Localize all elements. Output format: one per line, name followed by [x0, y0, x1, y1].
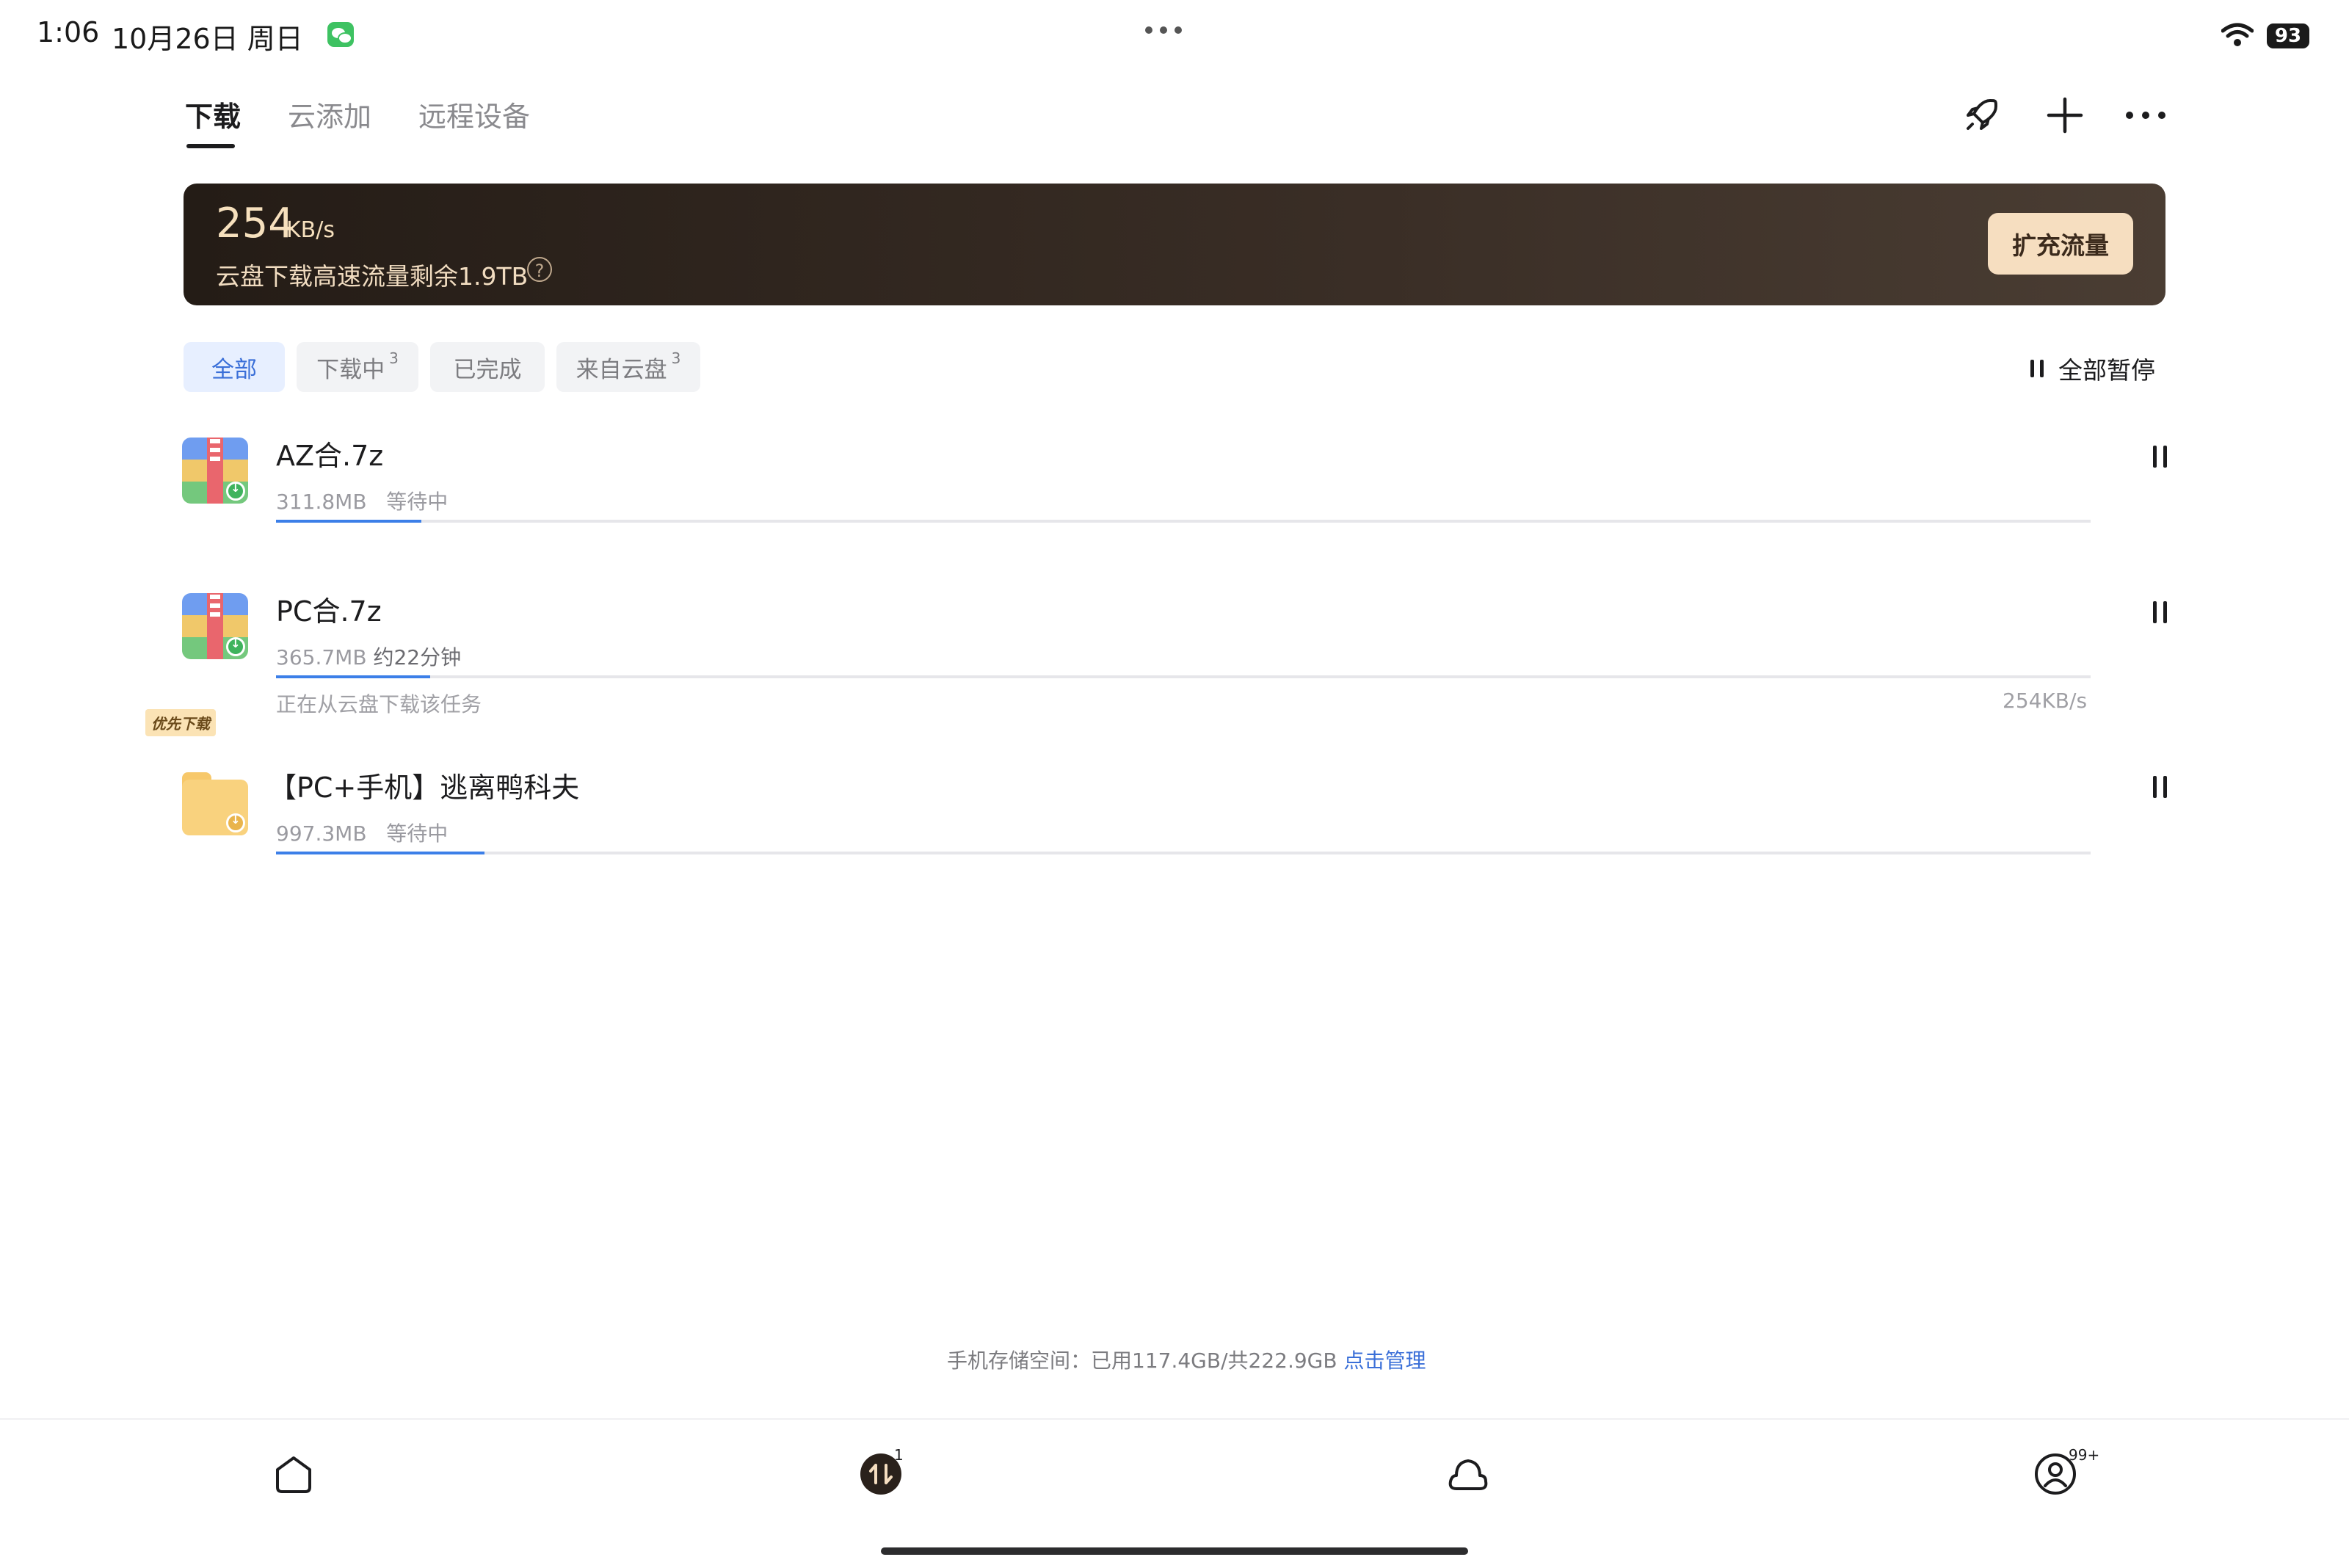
rocket-button[interactable] — [1956, 90, 2007, 141]
home-icon — [276, 1456, 311, 1493]
add-task-button[interactable] — [2039, 90, 2091, 141]
download-speed: 254KB/s — [2003, 689, 2088, 713]
current-speed-value: 254 — [216, 200, 294, 247]
filter-from-cloud-count: 3 — [671, 349, 681, 367]
download-status: 等待中 — [386, 490, 449, 514]
filter-all[interactable]: 全部 — [184, 342, 285, 392]
profile-badge: 99+ — [2069, 1446, 2100, 1464]
add-icon — [2047, 97, 2083, 134]
more-icon — [2126, 112, 2165, 119]
tab-download[interactable]: 下载 — [185, 94, 241, 134]
download-progress-fill — [276, 675, 431, 678]
download-status: 等待中 — [386, 821, 449, 846]
storage-text: 手机存储空间：已用117.4GB/共222.9GB — [947, 1349, 1337, 1373]
filter-downloading-count: 3 — [389, 349, 399, 367]
multitask-dots-icon[interactable] — [1145, 26, 1182, 34]
home-indicator[interactable] — [881, 1547, 1468, 1555]
archive-file-icon — [182, 438, 248, 504]
pause-icon — [2030, 360, 2044, 377]
wechat-notification-icon — [327, 22, 354, 47]
download-meta: 311.8MB 等待中 — [276, 486, 448, 515]
more-options-button[interactable] — [2120, 90, 2171, 141]
bottom-divider — [0, 1418, 2349, 1420]
nav-cloud[interactable] — [1445, 1451, 1492, 1498]
wifi-icon — [2221, 23, 2254, 46]
pause-all-label: 全部暂停 — [2058, 356, 2155, 385]
tab-cloud-add[interactable]: 云添加 — [288, 94, 371, 134]
battery-indicator: 93 — [2267, 23, 2309, 48]
current-speed-unit: KB/s — [286, 217, 335, 243]
nav-home[interactable] — [270, 1451, 317, 1498]
filter-downloading-label: 下载中 — [316, 356, 385, 383]
download-progress-track — [276, 520, 2091, 523]
download-meta: 997.3MB 等待中 — [276, 818, 448, 847]
archive-file-icon — [182, 593, 248, 659]
storage-info: 手机存储空间：已用117.4GB/共222.9GB 点击管理 — [947, 1345, 1426, 1374]
expand-quota-button[interactable]: 扩充流量 — [1988, 213, 2133, 275]
transfer-badge: 1 — [894, 1446, 904, 1464]
download-progress-fill — [276, 520, 421, 523]
download-meta: 365.7MB 约22分钟 — [276, 642, 461, 671]
cloud-download-note: 正在从云盘下载该任务 — [276, 692, 482, 716]
item-pause-button[interactable] — [2145, 772, 2174, 802]
filter-completed[interactable]: 已完成 — [430, 342, 545, 392]
download-progress-track — [276, 852, 2091, 854]
pause-all-button[interactable]: 全部暂停 — [2030, 351, 2155, 386]
download-size: 365.7MB — [276, 645, 367, 669]
filter-completed-label: 已完成 — [453, 356, 522, 383]
rocket-icon — [1967, 99, 1997, 130]
filter-all-label: 全部 — [211, 356, 257, 383]
status-date: 10月26日 周日 — [112, 23, 303, 55]
manage-storage-link[interactable]: 点击管理 — [1343, 1349, 1426, 1373]
item-pause-button[interactable] — [2145, 442, 2174, 471]
filter-downloading[interactable]: 下载中 3 — [297, 342, 418, 392]
active-tab-underline — [186, 144, 235, 148]
download-name[interactable]: 【PC+手机】逃离鸭科夫 — [269, 765, 579, 805]
download-name[interactable]: PC合.7z — [276, 589, 382, 629]
status-time: 1:06 — [37, 16, 100, 48]
help-icon[interactable]: ? — [527, 257, 552, 282]
folder-icon — [182, 769, 248, 835]
tab-remote-device[interactable]: 远程设备 — [418, 94, 530, 134]
download-progress-track — [276, 675, 2091, 678]
item-pause-button[interactable] — [2145, 598, 2174, 627]
cloud-icon — [1448, 1459, 1488, 1490]
download-progress-fill — [276, 852, 485, 854]
download-size: 311.8MB — [276, 490, 367, 514]
download-status: 约22分钟 — [373, 645, 462, 669]
download-name[interactable]: AZ合.7z — [276, 433, 383, 473]
download-size: 997.3MB — [276, 821, 367, 846]
filter-from-cloud-label: 来自云盘 — [576, 356, 667, 383]
quota-text: 云盘下载高速流量剩余1.9TB — [216, 262, 529, 291]
priority-badge: 优先下载 — [145, 709, 216, 736]
filter-from-cloud[interactable]: 来自云盘 3 — [556, 342, 700, 392]
